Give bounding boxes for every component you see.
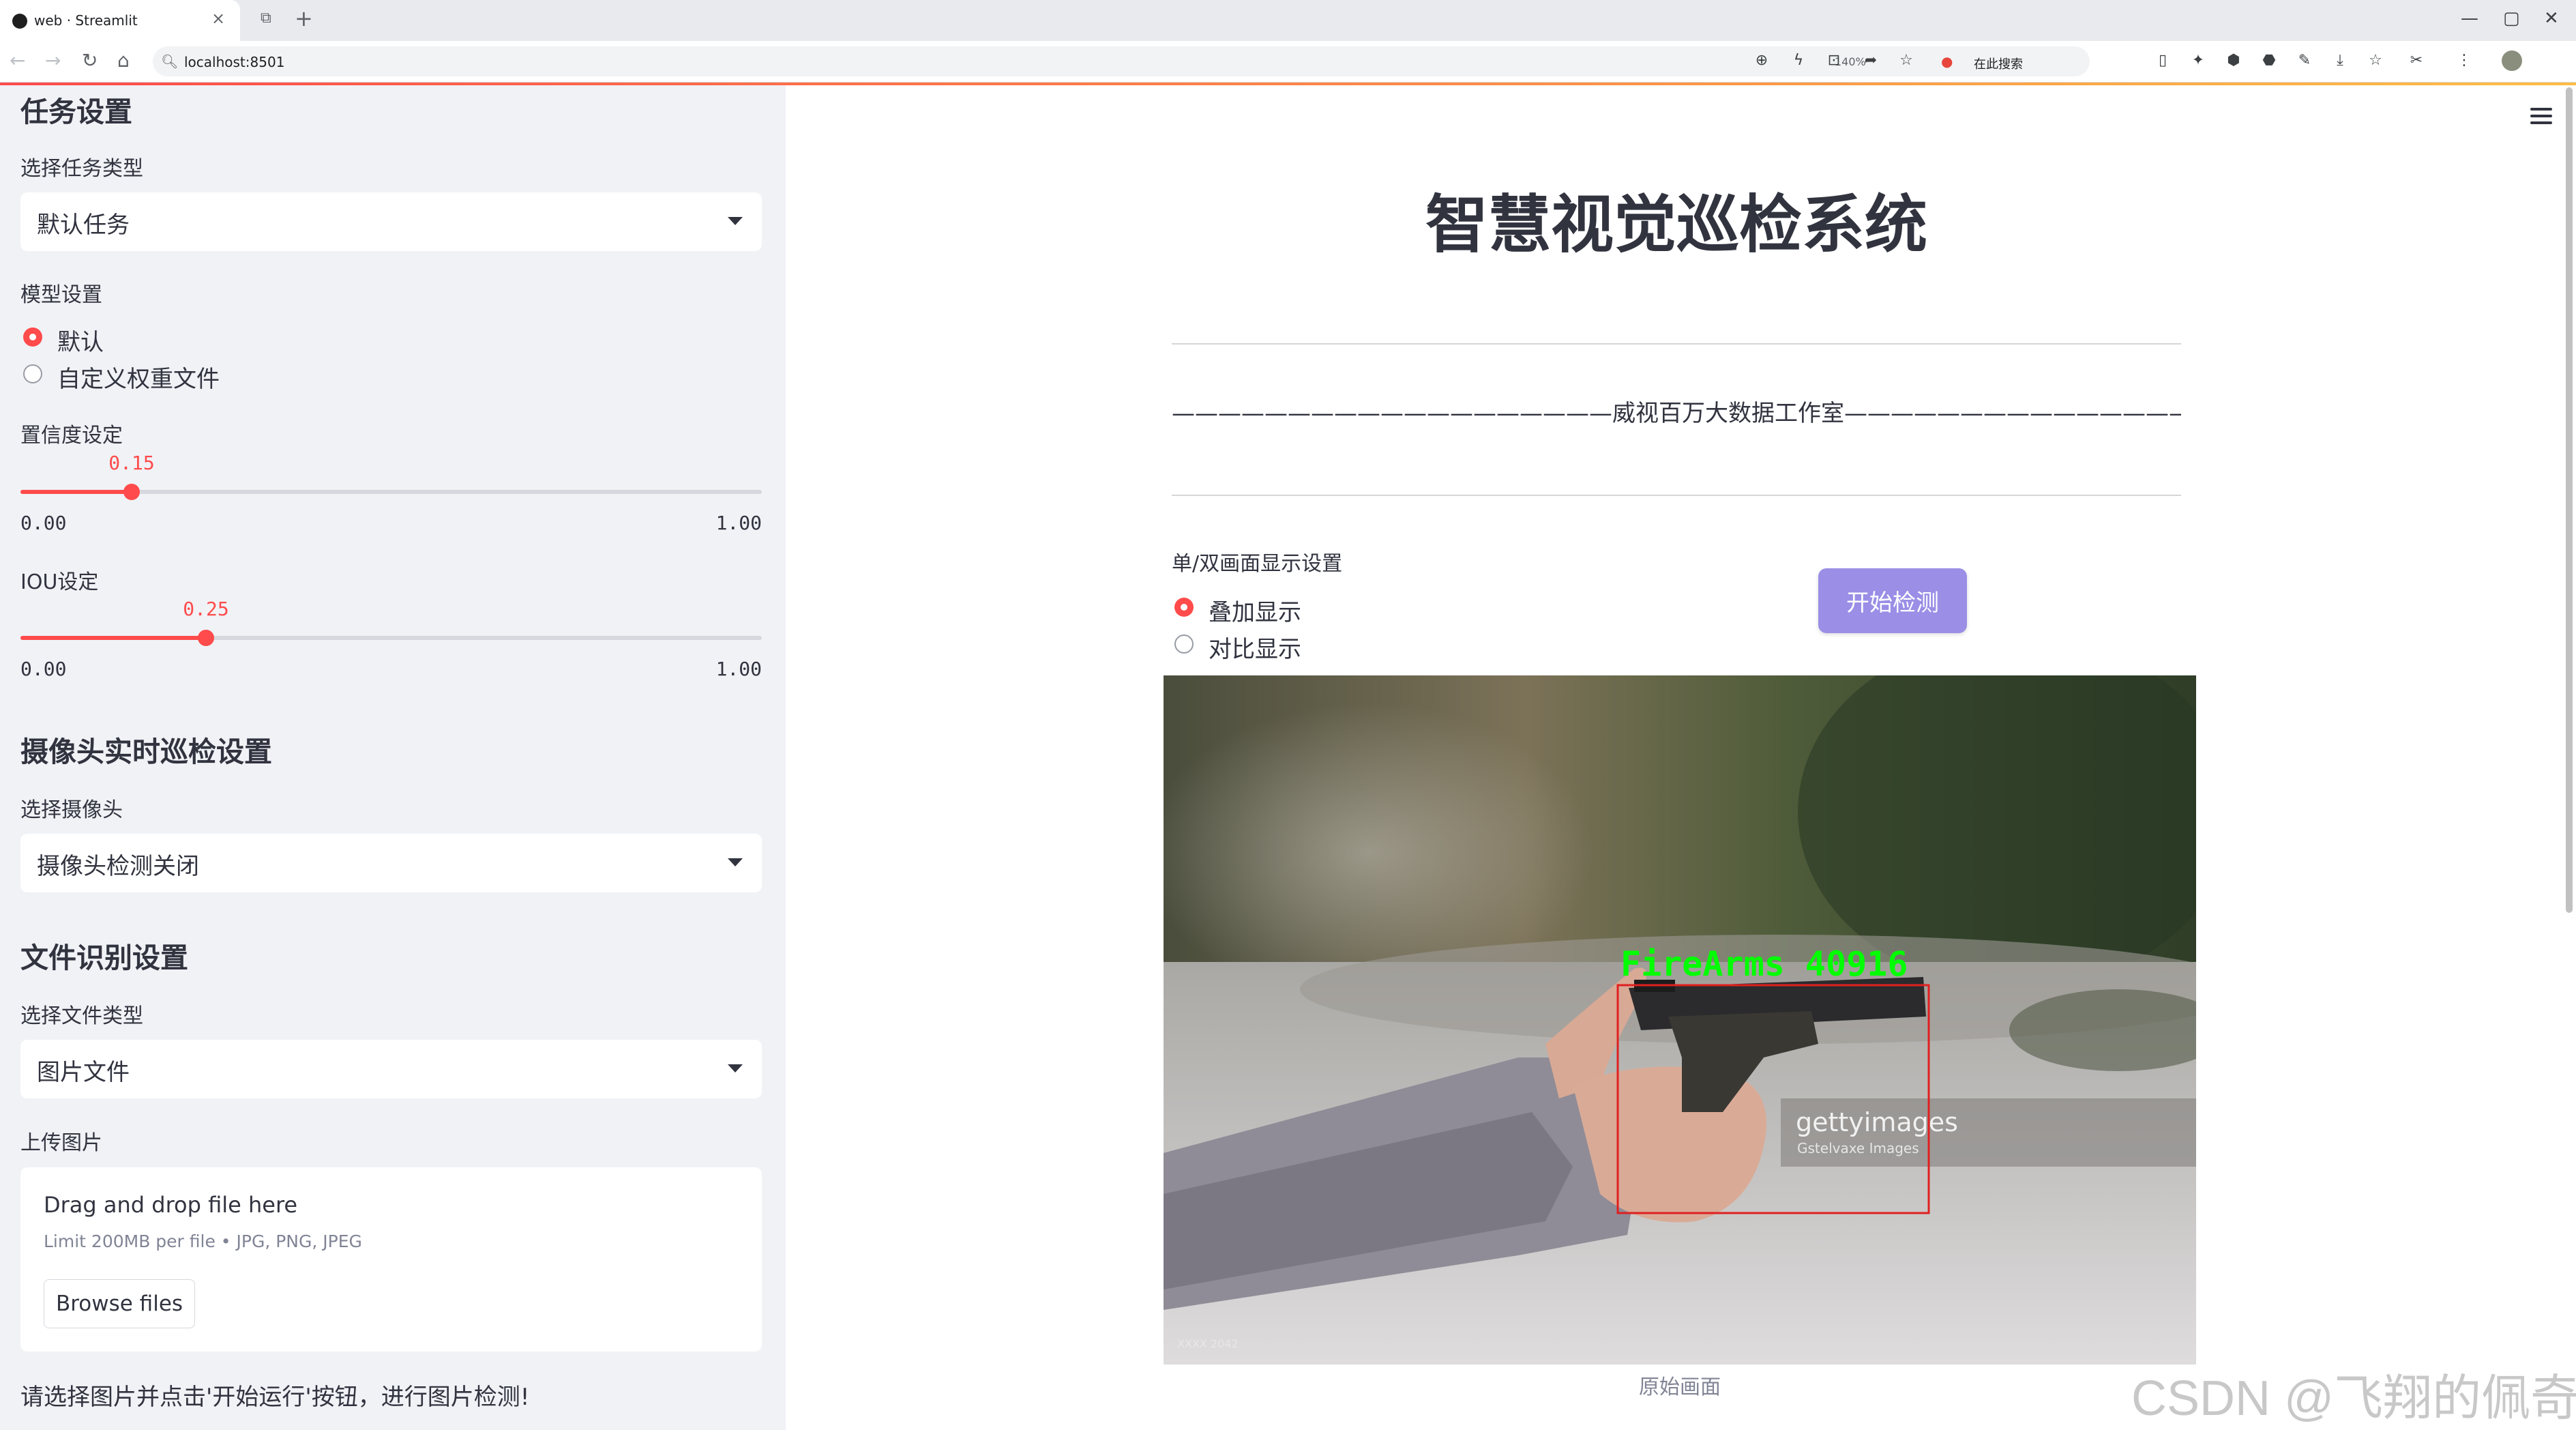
slider-thumb[interactable] — [198, 630, 214, 646]
tab-title: web · Streamlit — [34, 12, 138, 29]
display-mode-label: 单/双画面显示设置 — [1172, 552, 1343, 576]
radio-selected-icon — [1174, 598, 1194, 617]
bookmark-star-icon[interactable]: ☆ — [1897, 52, 1915, 70]
chevron-down-icon — [728, 1064, 743, 1072]
extension-icon[interactable]: ⬢ — [2225, 52, 2242, 70]
browser-toolbar: ← → ↻ ⌂ 🔍︎ localhost:8501 140% ⊕ ϟ ⊡ ➦ ☆ ▯ ✦ ⬢ ⬣… — [0, 41, 2576, 83]
slider-fill — [20, 636, 206, 640]
task-settings-heading: 任务设置 — [20, 96, 132, 128]
task-type-value: 默认任务 — [37, 211, 130, 239]
iou-label: IOU设定 — [20, 570, 99, 594]
streamlit-favicon-icon — [12, 14, 27, 29]
screenshot-icon[interactable]: ✂ — [2408, 52, 2425, 70]
file-type-label: 选择文件类型 — [20, 1004, 143, 1028]
image-caption: 原始画面 — [1639, 1375, 1721, 1399]
divider — [1172, 495, 2181, 496]
radio-selected-icon — [23, 327, 42, 347]
radio-unselected-icon — [23, 364, 42, 383]
forward-icon[interactable]: → — [45, 49, 61, 72]
camera-select-label: 选择摄像头 — [20, 798, 123, 822]
tab-close-icon[interactable]: × — [211, 9, 225, 28]
main-scrollbar[interactable] — [2566, 87, 2573, 913]
photo-watermark-sub: Gstelvaxe Images — [1797, 1140, 1919, 1156]
task-type-label: 选择任务类型 — [20, 157, 143, 181]
slider-max: 1.00 — [715, 512, 762, 534]
mobile-icon[interactable]: ▯ — [2154, 52, 2172, 70]
capture-icon[interactable]: ⊡ — [1825, 52, 1843, 70]
photo-watermark: gettyimages — [1796, 1107, 1958, 1137]
camera-select-value: 摄像头检测关闭 — [37, 853, 199, 880]
dropzone-limit: Limit 200MB per file • JPG, PNG, JPEG — [44, 1231, 362, 1251]
camera-select[interactable]: 摄像头检测关闭 — [20, 834, 762, 892]
model-settings-label: 模型设置 — [20, 283, 102, 307]
detection-label: FireArms 40916 — [1620, 944, 1908, 984]
detection-result-image: gettyimages Gstelvaxe Images FireArms 40… — [1164, 675, 2196, 1365]
maximize-button[interactable]: ▢ — [2503, 8, 2520, 29]
radio-unselected-icon — [1174, 634, 1194, 654]
browse-files-button[interactable]: Browse files — [44, 1279, 195, 1328]
translate-icon[interactable]: ⊕ — [1753, 52, 1771, 70]
slider-fill — [20, 490, 132, 494]
header-decoration — [0, 83, 2576, 85]
close-window-button[interactable]: ✕ — [2544, 8, 2559, 29]
search-engine-box[interactable]: ● 在此搜索 — [1936, 46, 2140, 76]
divider — [1172, 343, 2181, 345]
file-settings-heading: 文件识别设置 — [20, 942, 188, 974]
slider-current-value: 0.15 — [108, 452, 155, 474]
share-icon[interactable]: ➦ — [1862, 52, 1880, 70]
browser-tab-bar: web · Streamlit × ⧉ + — ▢ ✕ — [0, 0, 2576, 41]
home-icon[interactable]: ⌂ — [117, 49, 130, 72]
upload-label: 上传图片 — [20, 1131, 102, 1155]
bolt-icon[interactable]: ϟ — [1790, 52, 1807, 70]
dropzone-title: Drag and drop file here — [44, 1192, 298, 1218]
page-title: 智慧视觉巡检系统 — [1425, 188, 1927, 261]
confidence-label: 置信度设定 — [20, 424, 123, 448]
start-detection-button[interactable]: 开始检测 — [1818, 568, 1967, 633]
minimize-button[interactable]: — — [2461, 8, 2478, 29]
new-tab-button[interactable]: + — [295, 5, 313, 31]
reload-icon[interactable]: ↻ — [82, 49, 98, 72]
subtitle-text: ———————————————————威视百万大数据工作室———————————… — [1172, 400, 2181, 427]
back-icon[interactable]: ← — [10, 49, 25, 72]
chevron-down-icon — [728, 858, 743, 866]
file-type-value: 图片文件 — [37, 1059, 130, 1086]
photo-corner-stamp: XXXX 2042 — [1177, 1337, 1239, 1350]
radio-label: 自定义权重文件 — [57, 366, 220, 393]
search-placeholder[interactable]: 在此搜索 — [1974, 55, 2023, 72]
browser-tab[interactable]: web · Streamlit × — [0, 0, 240, 41]
slider-min: 0.00 — [20, 512, 67, 534]
extension-icon[interactable]: ⬣ — [2260, 52, 2278, 70]
url-text[interactable]: localhost:8501 — [184, 54, 284, 70]
slider-current-value: 0.25 — [183, 598, 229, 620]
chevron-down-icon — [728, 217, 743, 225]
camera-settings-heading: 摄像头实时巡检设置 — [20, 735, 272, 768]
sync-icon[interactable]: ✎ — [2296, 52, 2313, 70]
file-type-select[interactable]: 图片文件 — [20, 1040, 762, 1098]
tab-split-icon[interactable]: ⧉ — [261, 10, 271, 27]
favorites-icon[interactable]: ☆ — [2367, 52, 2384, 70]
radio-label: 叠加显示 — [1209, 599, 1301, 626]
site-info-icon[interactable]: 🔍︎ — [161, 53, 178, 70]
slider-min: 0.00 — [20, 658, 67, 680]
search-engine-icon: ● — [1941, 53, 1953, 70]
profile-avatar[interactable] — [2502, 50, 2522, 71]
slider-max: 1.00 — [715, 658, 762, 680]
csdn-watermark: CSDN @飞翔的佩奇 — [2131, 1371, 2576, 1426]
radio-label: 对比显示 — [1209, 636, 1301, 663]
sidebar-hint-text: 请选择图片并点击'开始运行'按钮，进行图片检测! — [20, 1384, 530, 1411]
radio-label: 默认 — [57, 329, 104, 356]
more-icon[interactable]: ⋮ — [2455, 52, 2473, 70]
download-icon[interactable]: ⤓ — [2331, 52, 2349, 70]
hamburger-menu-icon[interactable] — [2530, 108, 2552, 128]
task-type-select[interactable]: 默认任务 — [20, 192, 762, 251]
color-extension-icon[interactable]: ✦ — [2189, 52, 2207, 70]
confidence-slider[interactable]: 0.15 0.00 1.00 — [20, 452, 762, 534]
iou-slider[interactable]: 0.25 0.00 1.00 — [20, 598, 762, 680]
file-uploader-dropzone[interactable]: Drag and drop file here Limit 200MB per … — [20, 1167, 762, 1352]
slider-thumb[interactable] — [123, 484, 140, 500]
